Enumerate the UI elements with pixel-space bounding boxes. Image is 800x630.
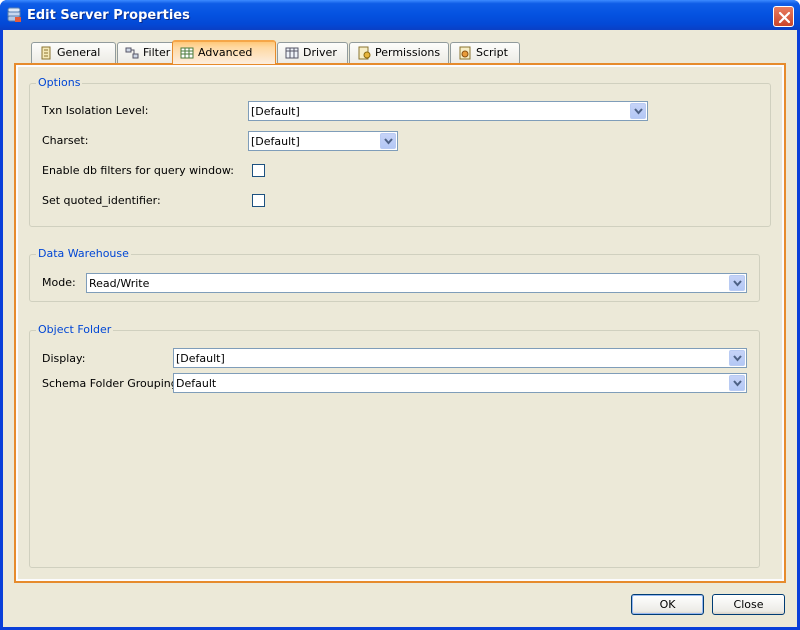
display-label: Display:: [42, 352, 86, 365]
tab-driver[interactable]: Driver: [277, 42, 348, 63]
data-warehouse-group-title: Data Warehouse: [36, 247, 131, 260]
charset-label: Charset:: [42, 134, 89, 147]
edit-server-properties-dialog: Edit Server Properties General Filter Ad…: [0, 0, 800, 630]
charset-value: [Default]: [251, 135, 300, 148]
tab-script-label: Script: [476, 46, 508, 59]
schema-folder-grouping-select[interactable]: Default: [173, 373, 747, 393]
close-icon: [778, 11, 791, 24]
chevron-down-icon[interactable]: [630, 103, 646, 119]
display-select[interactable]: [Default]: [173, 348, 747, 368]
options-group-title: Options: [36, 76, 83, 89]
title-bar[interactable]: Edit Server Properties: [0, 0, 800, 30]
window-title: Edit Server Properties: [27, 8, 190, 23]
tab-permissions[interactable]: Permissions: [349, 42, 449, 63]
object-folder-group: Object Folder Display: [Default] Schema …: [29, 323, 760, 568]
dialog-body: General Filter Advanced Driver Permissio…: [3, 30, 797, 627]
txn-isolation-label: Txn Isolation Level:: [42, 104, 149, 117]
txn-isolation-select[interactable]: [Default]: [248, 101, 648, 121]
object-folder-group-title: Object Folder: [36, 323, 114, 336]
chevron-down-icon[interactable]: [729, 375, 745, 391]
filter-icon: [125, 46, 139, 63]
db-filters-checkbox[interactable]: [252, 164, 265, 177]
advanced-icon: [180, 46, 194, 63]
quoted-identifier-checkbox[interactable]: [252, 194, 265, 207]
tab-permissions-label: Permissions: [375, 46, 441, 59]
tab-advanced[interactable]: Advanced: [172, 40, 276, 64]
ok-button[interactable]: OK: [631, 594, 704, 615]
chevron-down-icon[interactable]: [380, 133, 396, 149]
tab-general-label: General: [57, 46, 101, 59]
tab-filter-label: Filter: [143, 46, 171, 59]
tab-panel-advanced: Options Txn Isolation Level: [Default] C…: [14, 63, 786, 583]
tab-general[interactable]: General: [31, 42, 116, 63]
general-icon: [39, 46, 53, 63]
mode-select[interactable]: Read/Write: [86, 273, 747, 293]
display-value: [Default]: [176, 352, 225, 365]
mode-value: Read/Write: [89, 277, 150, 290]
server-icon: [6, 7, 22, 23]
schema-folder-grouping-label: Schema Folder Grouping:: [42, 377, 182, 390]
data-warehouse-group: Data Warehouse Mode: Read/Write: [29, 247, 760, 302]
chevron-down-icon[interactable]: [729, 350, 745, 366]
charset-select[interactable]: [Default]: [248, 131, 398, 151]
options-group: Options Txn Isolation Level: [Default] C…: [29, 76, 771, 227]
permissions-icon: [357, 46, 371, 63]
txn-isolation-value: [Default]: [251, 105, 300, 118]
tab-driver-label: Driver: [303, 46, 337, 59]
driver-icon: [285, 46, 299, 63]
mode-label: Mode:: [42, 276, 76, 289]
script-icon: [458, 46, 472, 63]
chevron-down-icon[interactable]: [729, 275, 745, 291]
schema-folder-grouping-value: Default: [176, 377, 217, 390]
db-filters-label: Enable db filters for query window:: [42, 164, 234, 177]
close-window-button[interactable]: [773, 6, 794, 27]
tab-advanced-label: Advanced: [198, 46, 253, 59]
close-button[interactable]: Close: [712, 594, 785, 615]
quoted-identifier-label: Set quoted_identifier:: [42, 194, 161, 207]
tab-script[interactable]: Script: [450, 42, 520, 63]
